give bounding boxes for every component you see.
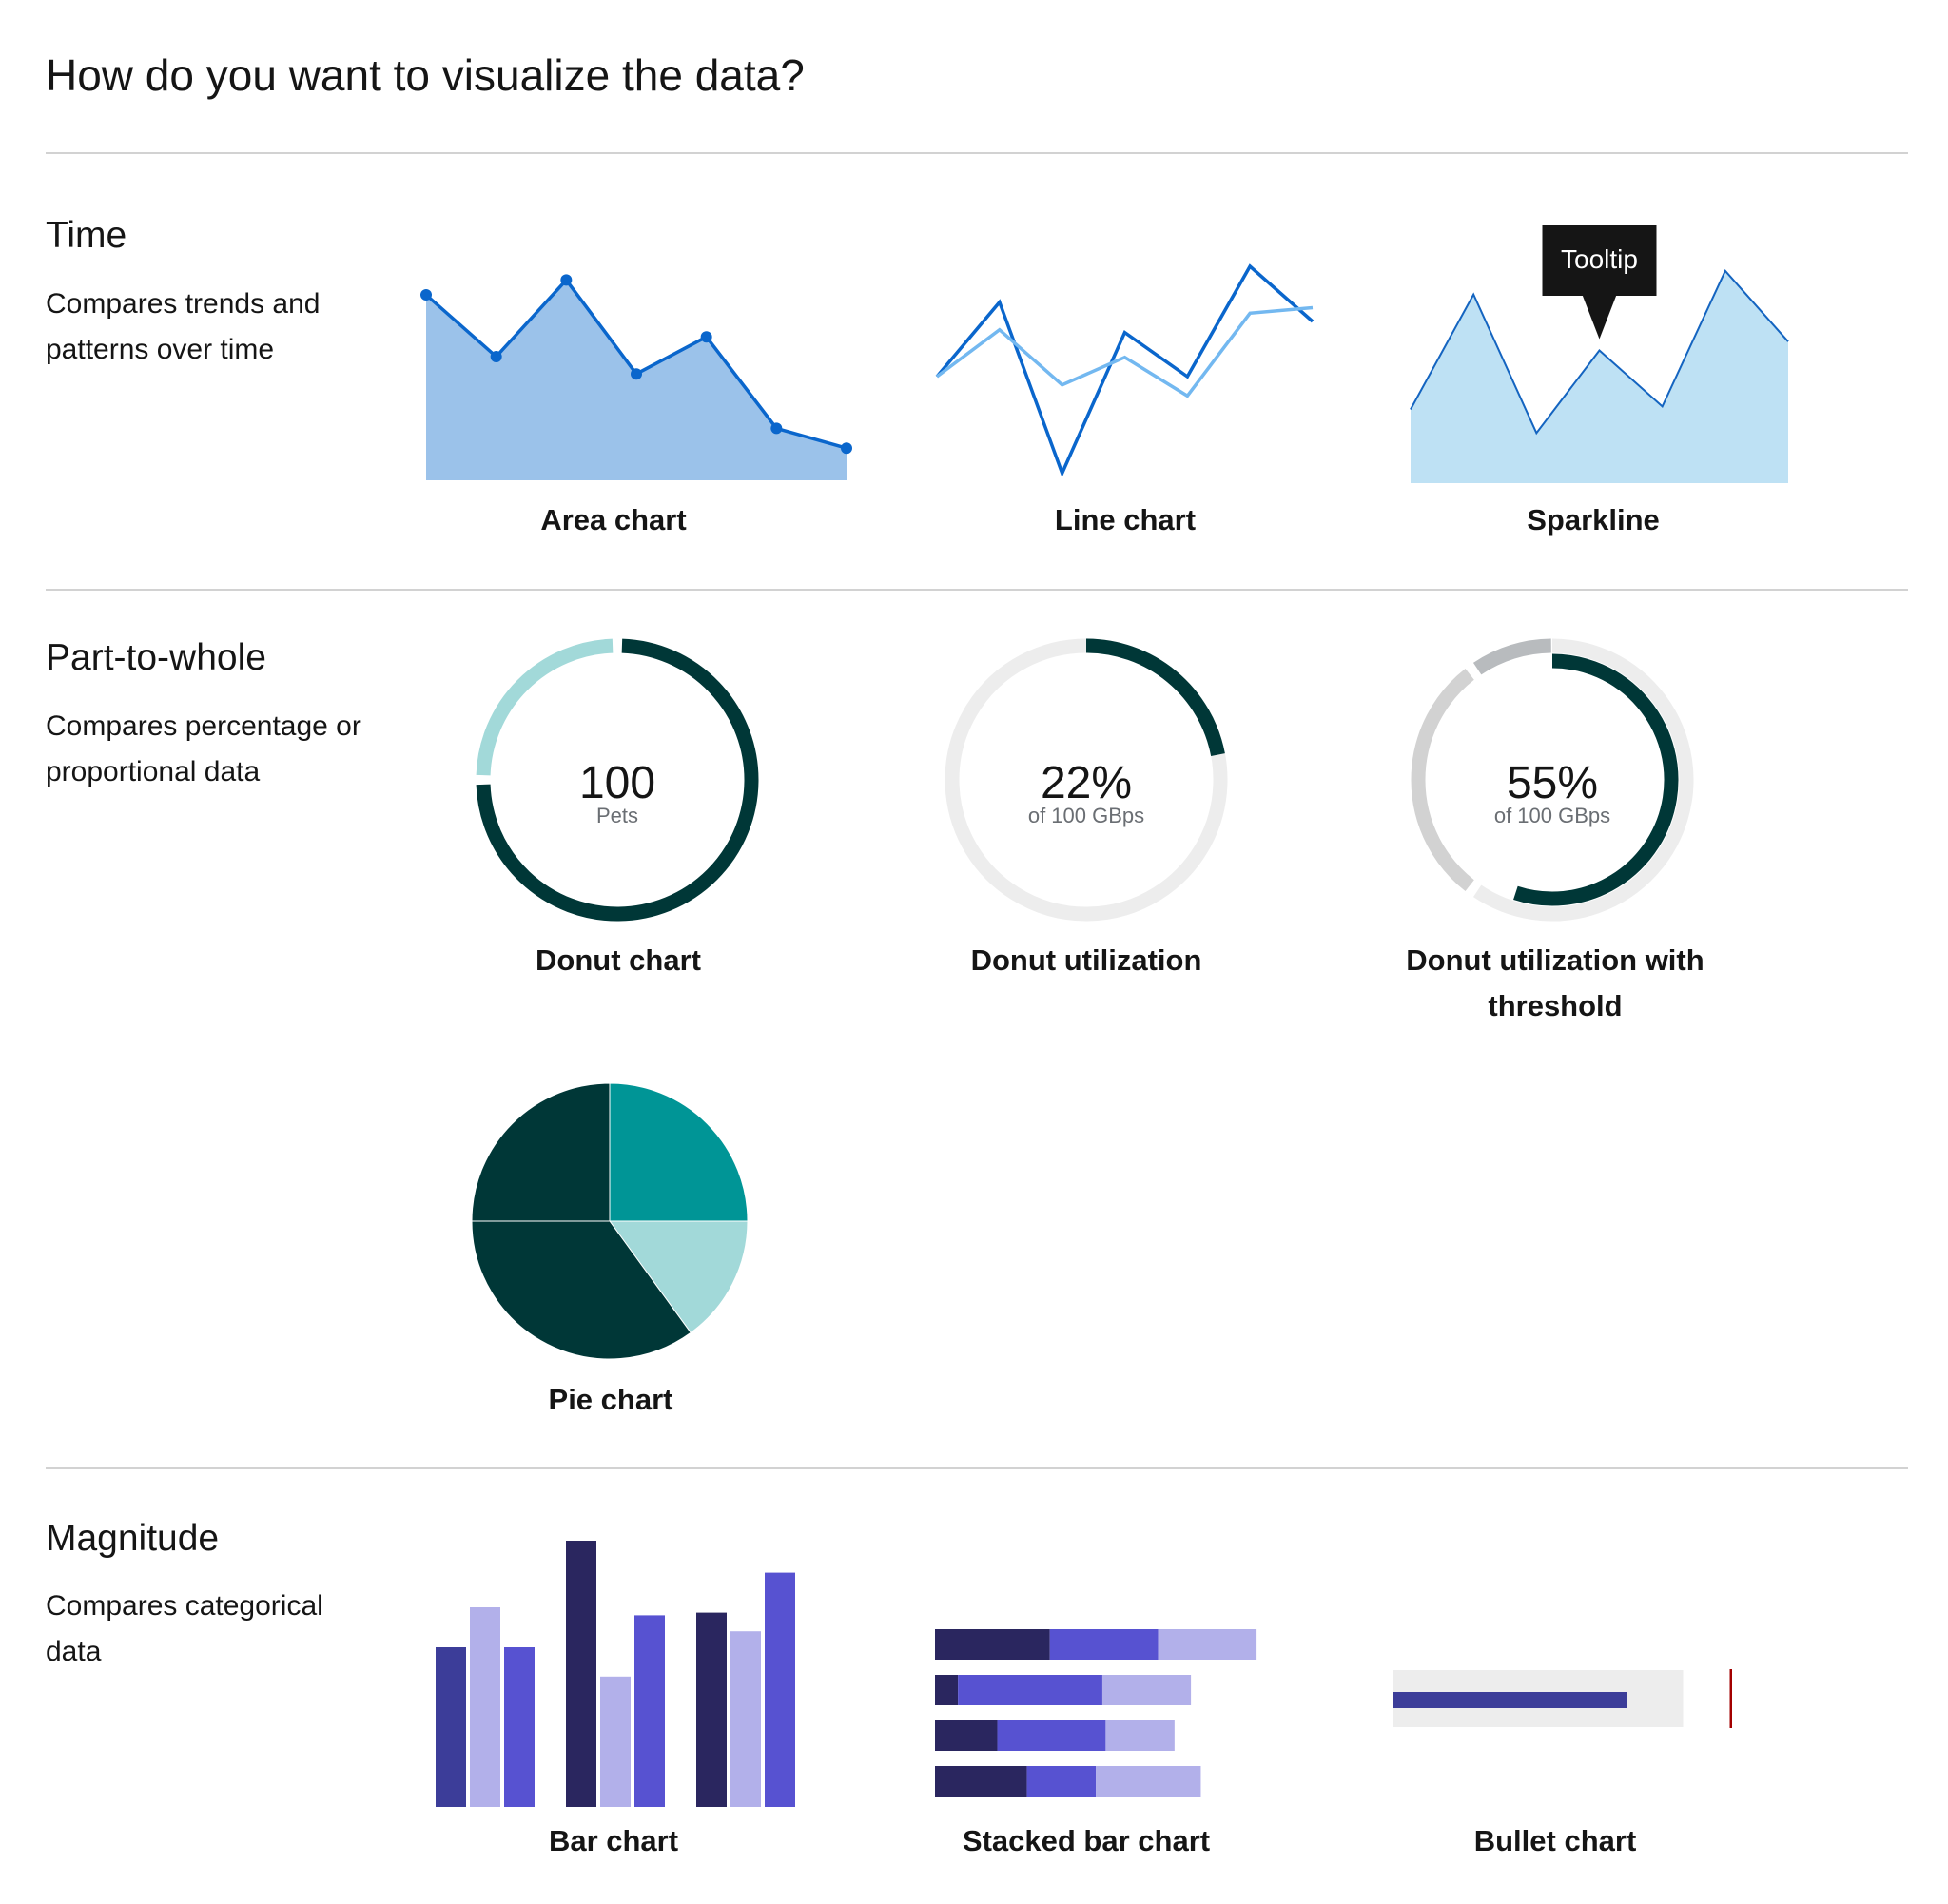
bar-chart-bar bbox=[730, 1631, 761, 1807]
area-chart-point bbox=[560, 274, 573, 286]
donut-threshold-subtitle: of 100 GBps bbox=[1494, 804, 1610, 827]
area-chart-fill bbox=[426, 280, 847, 480]
bar-chart-bar bbox=[504, 1647, 535, 1807]
bar-chart-bar bbox=[765, 1572, 795, 1807]
bullet-chart-target bbox=[1729, 1669, 1732, 1728]
bullet-chart-measure bbox=[1393, 1692, 1627, 1708]
sparkline-tooltip-arrow bbox=[1582, 295, 1617, 340]
bar-chart-bar bbox=[470, 1607, 500, 1807]
donut-chart-value: 100 bbox=[579, 758, 655, 808]
stacked-bar-segment bbox=[1101, 1675, 1192, 1705]
donut-threshold-band bbox=[1472, 638, 1551, 675]
area-chart-point bbox=[631, 368, 642, 380]
stacked-bar-segment bbox=[1158, 1629, 1257, 1660]
bar-chart-bar bbox=[600, 1676, 631, 1807]
area-chart-point bbox=[420, 289, 432, 301]
stacked-bar-segment bbox=[935, 1629, 1050, 1660]
line-chart-series-1 bbox=[935, 263, 1315, 478]
donut-utilization-subtitle: of 100 GBps bbox=[1028, 804, 1144, 827]
line-chart-series-2 bbox=[935, 305, 1314, 398]
stacked-bar-segment bbox=[958, 1675, 1102, 1705]
area-chart-point bbox=[490, 351, 502, 362]
sparkline-tooltip-text: Tooltip bbox=[1561, 244, 1638, 274]
pie-chart-slice bbox=[471, 1082, 611, 1222]
stacked-bar-segment bbox=[997, 1720, 1106, 1751]
donut-utilization-value-arc bbox=[1085, 638, 1225, 757]
stacked-bar-segment bbox=[1105, 1720, 1175, 1751]
bar-chart-bar bbox=[634, 1615, 665, 1807]
donut-utilization-value: 22% bbox=[1041, 758, 1132, 808]
bar-chart-bar bbox=[566, 1541, 596, 1807]
stacked-bar-segment bbox=[935, 1766, 1027, 1797]
stacked-bar-segment bbox=[1096, 1766, 1201, 1797]
stacked-bar-segment bbox=[935, 1675, 959, 1705]
pie-chart-slice bbox=[609, 1082, 749, 1222]
chart-canvas: Tooltip100Pets22%of 100 GBps55%of 100 GB… bbox=[420, 225, 1789, 1807]
area-chart-point bbox=[770, 422, 783, 435]
stacked-bar-segment bbox=[1049, 1629, 1159, 1660]
area-chart-point bbox=[841, 442, 852, 455]
donut-threshold-value: 55% bbox=[1507, 758, 1598, 808]
bar-chart-bar bbox=[436, 1647, 466, 1807]
donut-chart-slice bbox=[476, 638, 614, 776]
donut-threshold-band bbox=[1411, 668, 1474, 892]
area-chart-point bbox=[700, 331, 712, 343]
bar-chart-bar bbox=[696, 1612, 727, 1807]
donut-chart-subtitle: Pets bbox=[596, 804, 638, 827]
stacked-bar-segment bbox=[935, 1720, 998, 1751]
stacked-bar-segment bbox=[1026, 1766, 1097, 1797]
